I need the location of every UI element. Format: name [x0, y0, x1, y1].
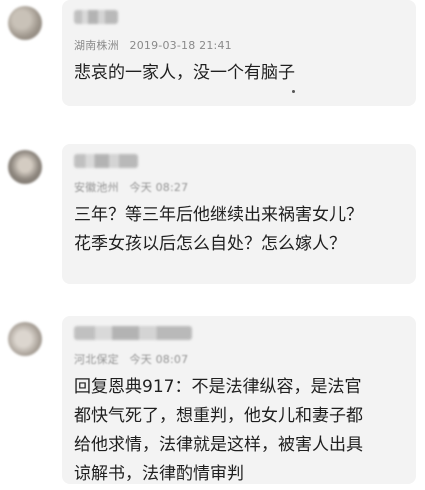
comment-text: 回复恩典917：不是法律纵容，是法官 都快气死了，想重判，他女儿和妻子都 给他求…: [74, 373, 410, 489]
avatar[interactable]: [8, 150, 42, 184]
comment-text-line: 三年？等三年后他继续出来祸害女儿？: [74, 205, 363, 225]
comment-text: 悲哀的一家人，没一个有脑子: [74, 59, 410, 88]
username-blurred[interactable]: [74, 326, 192, 340]
username-blurred[interactable]: [74, 154, 138, 168]
comment-time: 2019-03-18 21:41: [129, 39, 232, 52]
comment-text-line: 花季女孩以后怎么自处？怎么嫁人？: [74, 234, 346, 254]
comment-thread: 湖南株洲 2019-03-18 21:41 悲哀的一家人，没一个有脑子 安徽池州…: [0, 0, 425, 490]
comment-meta: 湖南株洲 2019-03-18 21:41: [74, 37, 232, 53]
comment-location: 河北保定: [74, 353, 119, 366]
comment-text-line: 谅解书，法律酌情审判: [74, 464, 244, 484]
comment-text: 三年？等三年后他继续出来祸害女儿？ 花季女孩以后怎么自处？怎么嫁人？: [74, 201, 410, 259]
comment-text-line: 给他求情，法律就是这样，被害人出具: [74, 435, 363, 455]
comment-text-line: 回复恩典917：不是法律纵容，是法官: [74, 377, 362, 397]
comment-meta: 河北保定 今天 08:07: [74, 351, 188, 367]
comment-bubble[interactable]: 河北保定 今天 08:07 回复恩典917：不是法律纵容，是法官 都快气死了，想…: [62, 316, 416, 484]
comment-location: 湖南株洲: [74, 39, 119, 52]
comment-time: 今天 08:27: [129, 181, 189, 194]
avatar[interactable]: [8, 6, 42, 40]
avatar[interactable]: [8, 322, 42, 356]
comment-time: 今天 08:07: [129, 353, 189, 366]
comment-meta: 安徽池州 今天 08:27: [74, 179, 188, 195]
comment-text-line: 悲哀的一家人，没一个有脑子: [74, 63, 295, 83]
decorative-dot: [292, 90, 295, 93]
username-blurred[interactable]: [74, 10, 118, 24]
comment-bubble[interactable]: 湖南株洲 2019-03-18 21:41 悲哀的一家人，没一个有脑子: [62, 0, 416, 106]
comment-bubble[interactable]: 安徽池州 今天 08:27 三年？等三年后他继续出来祸害女儿？ 花季女孩以后怎么…: [62, 144, 416, 284]
comment-location: 安徽池州: [74, 181, 119, 194]
comment-text-line: 都快气死了，想重判，他女儿和妻子都: [74, 406, 363, 426]
